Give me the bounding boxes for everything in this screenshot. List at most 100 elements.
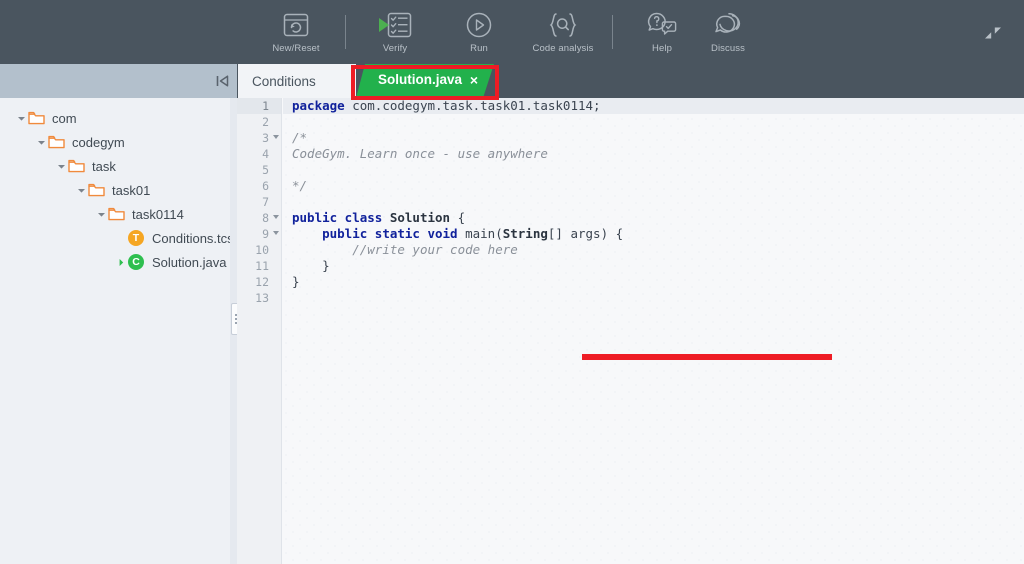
tree-item-conditions-tcs[interactable]: T Conditions.tcs — [0, 226, 234, 250]
folder-icon — [88, 183, 105, 197]
toolbar-label: Discuss — [711, 43, 745, 54]
code-token-cls: Solution — [382, 210, 451, 225]
line-number: 6 — [262, 179, 269, 193]
code-token-cm: //write your code here — [352, 242, 518, 257]
code-line: */ — [283, 178, 1024, 194]
line-number: 1 — [237, 98, 281, 114]
code-token-id: } — [292, 258, 330, 273]
fold-toggle-icon[interactable] — [273, 135, 279, 139]
line-number: 10 — [255, 243, 269, 257]
help-icon — [645, 10, 679, 40]
code-line: } — [283, 274, 1024, 290]
tree-item-label: task0114 — [132, 206, 184, 222]
new-reset-icon — [282, 10, 310, 40]
tree-item-label: codegym — [72, 134, 125, 150]
code-line: } — [283, 258, 1024, 274]
code-token-cm: */ — [292, 178, 308, 193]
fold-toggle-icon[interactable] — [273, 231, 279, 235]
tree-item-solution-java[interactable]: C Solution.java — [0, 250, 230, 274]
line-number: 9 — [237, 226, 281, 242]
code-line: /* — [283, 130, 1024, 146]
folder-icon — [48, 135, 65, 149]
toolbar-label: New/Reset — [272, 43, 320, 54]
tree-item-codegym[interactable]: codegym — [0, 130, 230, 154]
code-token-id: [] args) { — [547, 226, 624, 241]
code-line: public class Solution { — [283, 210, 1024, 226]
code-line: package com.codegym.task.task01.task0114… — [283, 98, 1024, 114]
code-editor[interactable]: 1 2 3 4 5 6 7 8 9 10 11 12 13 package com.codegym.ta… — [237, 98, 1024, 564]
line-number: 3 — [237, 130, 281, 146]
code-line: //write your code here — [283, 242, 1024, 258]
code-line: CodeGym. Learn once - use anywhere — [283, 146, 1024, 162]
tree-item-label: task — [92, 158, 116, 174]
tree-item-label: task01 — [112, 182, 151, 198]
toolbar-label: Verify — [382, 43, 408, 54]
code-token-id: { — [450, 210, 466, 225]
tree-item-label: Conditions.tcs — [152, 230, 234, 246]
chevron-down-icon[interactable] — [34, 138, 48, 147]
file-tree: com codegym task task01 task0114 T Conditions.… — [0, 98, 234, 274]
code-token-kw: public class — [292, 210, 383, 225]
line-number: 11 — [255, 259, 269, 273]
code-token-id: } — [292, 274, 300, 289]
toolbar-separator-1 — [345, 15, 346, 49]
toolbar-button-code-analysis[interactable]: Code analysis — [530, 2, 596, 62]
code-token-cm: /* — [292, 130, 308, 145]
tab-bar: Conditions Solution.java × — [0, 64, 1024, 98]
folder-icon — [28, 111, 45, 125]
line-number: 7 — [262, 195, 269, 209]
tree-item-task0114[interactable]: task0114 — [0, 202, 230, 226]
chevron-down-icon[interactable] — [54, 162, 68, 171]
toolbar-button-discuss[interactable]: Discuss — [695, 2, 761, 62]
line-number: 12 — [255, 275, 269, 289]
chevron-down-icon[interactable] — [14, 114, 28, 123]
code-token-id: main( — [457, 226, 503, 241]
file-tree-panel: com codegym task task01 task0114 T Conditions.… — [0, 98, 234, 564]
toolbar-button-run[interactable]: Run — [446, 2, 512, 62]
code-token-id — [292, 226, 322, 241]
toolbar-label: Run — [470, 43, 488, 54]
toolbar-button-help[interactable]: Help — [629, 2, 695, 62]
code-token-id — [292, 242, 352, 257]
code-token-id: com.codegym.task.task01.task0114; — [344, 98, 601, 113]
toolbar-button-new-reset[interactable]: New/Reset — [263, 2, 329, 62]
folder-icon — [68, 159, 85, 173]
verify-icon — [378, 10, 412, 40]
tree-item-task01[interactable]: task01 — [0, 178, 230, 202]
tree-item-task[interactable]: task — [0, 154, 230, 178]
tab-label: Conditions — [252, 73, 316, 89]
tab-solution-label: Solution.java — [378, 72, 463, 87]
toolbar-label: Code analysis — [532, 43, 594, 54]
chevron-down-icon[interactable] — [74, 186, 88, 195]
ide-window: New/Reset Verify Run Code analysis Help … — [0, 0, 1024, 564]
code-content[interactable]: package com.codegym.task.task01.task0114… — [283, 98, 1024, 564]
line-number: 13 — [255, 291, 269, 305]
tree-item-label: com — [52, 110, 77, 126]
folder-icon — [108, 207, 125, 221]
tree-item-com[interactable]: com — [0, 106, 230, 130]
file-type-badge-t-icon: T — [128, 230, 144, 246]
file-type-badge-c-icon: C — [128, 254, 144, 270]
toolbar-button-verify[interactable]: Verify — [362, 2, 428, 62]
code-red-underline-annotation — [582, 354, 832, 360]
line-number: 4 — [262, 147, 269, 161]
code-token-cm: CodeGym. Learn once - use anywhere — [292, 146, 548, 161]
collapse-panel-icon[interactable] — [212, 71, 234, 91]
code-analysis-icon — [546, 10, 580, 40]
line-number: 5 — [262, 163, 269, 177]
top-toolbar: New/Reset Verify Run Code analysis Help … — [0, 0, 1024, 64]
tab-conditions[interactable]: Conditions — [238, 64, 356, 98]
code-token-cls: String — [502, 226, 548, 241]
line-number-gutter[interactable]: 1 2 3 4 5 6 7 8 9 10 11 12 13 — [237, 98, 282, 564]
code-line: public static void main(String[] args) { — [283, 226, 1024, 242]
collapse-fullscreen-icon[interactable] — [980, 20, 1006, 46]
tab-close-icon[interactable]: × — [470, 71, 478, 89]
fold-toggle-icon[interactable] — [273, 215, 279, 219]
chevron-right-icon[interactable] — [114, 258, 128, 267]
tree-item-label: Solution.java — [152, 254, 227, 270]
code-token-kw: package — [292, 98, 345, 113]
toolbar-separator-2 — [612, 15, 613, 49]
chevron-down-icon[interactable] — [94, 210, 108, 219]
